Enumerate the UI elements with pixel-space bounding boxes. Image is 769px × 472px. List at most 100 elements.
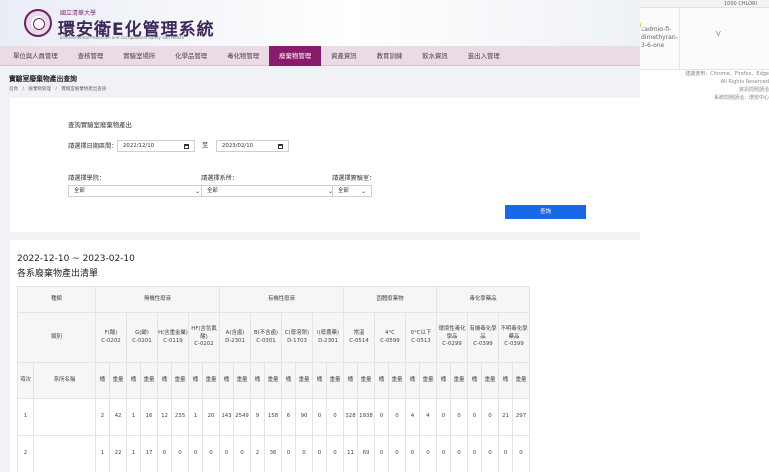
university-seal-icon [24, 9, 52, 37]
header-row-units: 項次 系所名稱桶重量桶重量桶重量桶重量桶重量桶重量桶重量桶重量桶重量桶重量桶重量桶… [17, 362, 530, 399]
row-value: 0 [450, 435, 468, 472]
type-header: 種類 [17, 286, 96, 313]
row-value: 158 [264, 398, 282, 436]
row-value: 0 [388, 435, 406, 472]
category-header: 類別 [17, 312, 96, 363]
row-value: 21 [498, 398, 513, 436]
weight-header: 重量 [233, 362, 251, 399]
date-start-value: 2022/12/10 [123, 143, 155, 149]
row-value: 0 [436, 398, 451, 436]
lab-select[interactable]: 全部 ⌄ [332, 185, 372, 197]
nav-item-1[interactable]: 查核管理 [68, 46, 114, 66]
weight-header: 重量 [140, 362, 158, 399]
bottle-header: 桶 [467, 362, 482, 399]
date-start-input[interactable]: 2022/12/10 [117, 140, 195, 152]
nav-item-4[interactable]: 毒化物管理 [217, 46, 269, 66]
row-value: 0 [202, 435, 220, 472]
row-index: 1 [17, 398, 34, 436]
weight-header: 重量 [171, 362, 189, 399]
college-select[interactable]: 全部 ⌄ [68, 185, 206, 197]
bottle-header: 桶 [188, 362, 203, 399]
row-value: 1 [188, 398, 203, 436]
weight-header: 重量 [357, 362, 375, 399]
nav-item-5[interactable]: 廢棄物管理 [269, 45, 322, 66]
row-value: 0 [188, 435, 203, 472]
row-value: 42 [109, 398, 127, 436]
row-value: 0 [498, 435, 513, 472]
row-value: 17 [140, 435, 158, 472]
column-header-2: H(含重金屬) C-0119 [157, 312, 189, 363]
nav-item-3[interactable]: 化學品管理 [165, 46, 217, 66]
row-value: 16 [140, 398, 158, 436]
bottle-header: 桶 [95, 362, 110, 399]
nav-item-6[interactable]: 資產資訊 [321, 46, 367, 66]
column-header-4: A(含鹵) D-2301 [219, 312, 251, 363]
nav-item-0[interactable]: 單位與人員管理 [3, 46, 68, 66]
breadcrumb-home[interactable]: 首頁 [9, 87, 18, 92]
row-value: 1938 [357, 398, 375, 436]
bottle-header: 桶 [281, 362, 296, 399]
row-value: 0 [481, 435, 499, 472]
column-header-6: C(廢溶劑) D-1703 [281, 312, 313, 363]
row-value: 20 [202, 398, 220, 436]
row-value: 1 [126, 435, 141, 472]
dept-select[interactable]: 全部 ⌄ [201, 185, 339, 197]
page-heading: 實驗室廢棄物產出查詢 首頁 / 廢棄物管理 / 實驗室廢棄物產出查詢 [0, 66, 640, 97]
nav-item-2[interactable]: 實驗室場所 [113, 46, 165, 66]
row-value: 0 [419, 435, 437, 472]
search-button[interactable]: 查詢 [505, 205, 586, 219]
date-range-label: 請選擇日期區間： [68, 143, 118, 150]
bottle-header: 桶 [312, 362, 327, 399]
page-title: 實驗室廢棄物產出查詢 [9, 75, 77, 83]
row-value: 2549 [233, 398, 251, 436]
nav-item-7[interactable]: 教育訓練 [367, 46, 413, 66]
row-value: 328 [343, 398, 358, 436]
weight-header: 重量 [388, 362, 406, 399]
row-value: 297 [512, 398, 530, 436]
weight-header: 重量 [264, 362, 282, 399]
header-row-columns: 類別 F(酸) C-0202 G(鹼) C-0201 H(含重金屬) C-0119 HF(含氫… [17, 312, 530, 363]
chevron-down-icon: ⌄ [360, 188, 366, 195]
calendar-icon[interactable] [278, 144, 283, 149]
weight-header: 重量 [202, 362, 220, 399]
result-panel: 2022-12-10 ~ 2023-02-10 各系廢棄物產出清單 種類 無機性廢… [10, 240, 640, 472]
column-header-7: I(廢農藥) D-2301 [312, 312, 344, 363]
date-separator: 至 [202, 142, 209, 149]
row-value: 0 [374, 398, 389, 436]
column-header-8: 常溫 C-0514 [343, 312, 375, 363]
main-nav: 單位與人員管理 查核管理 實驗室場所 化學品管理 毒化物管理 廢棄物管理 資產資訊 教育訓練飲… [0, 45, 640, 66]
calendar-icon[interactable] [184, 144, 189, 149]
bottle-header: 桶 [250, 362, 265, 399]
background-table-cell: cadmio-fi-dimethyran-3-6-one [640, 8, 680, 70]
row-value: 2 [95, 398, 110, 436]
row-value: 0 [388, 398, 406, 436]
row-value: 4 [419, 398, 437, 436]
date-end-input[interactable]: 2023/02/10 [216, 140, 289, 152]
table-row: 2 1 22 1 17 0 0 0 0 0 0 2 36 0 0 0 0 11 69 0 0 0 0 0 0 0 0 0 0 [17, 435, 530, 472]
query-panel: 查詢實驗室廢棄物產出 請選擇日期區間： 2022/12/10 至 2023/02… [10, 98, 640, 232]
weight-header: 重量 [419, 362, 437, 399]
nav-item-9[interactable]: 進出入管理 [458, 46, 510, 66]
college-select-value: 全部 [74, 188, 85, 194]
row-value: 143 [219, 398, 234, 436]
row-value: 235 [171, 398, 189, 436]
weight-header: 重量 [481, 362, 499, 399]
row-value: 4 [405, 398, 420, 436]
bottle-header: 桶 [498, 362, 513, 399]
row-value: 0 [405, 435, 420, 472]
group-header-0: 無機性廢液 [95, 286, 220, 313]
row-value: 0 [157, 435, 172, 472]
row-dept [33, 398, 96, 436]
system-subtitle: Environmental Protection and Occupationa… [60, 35, 185, 40]
bottle-header: 桶 [405, 362, 420, 399]
waste-table: 種類 無機性廢液 有機性廢液 固體廢棄物 毒化學藥品 類別 F(酸) C-0202 G(鹼) C-… [17, 286, 530, 472]
nav-item-8[interactable]: 飲水資訊 [412, 46, 458, 66]
footer-rights: All Rights Reserved [720, 79, 769, 85]
row-value: 0 [219, 435, 234, 472]
breadcrumb-waste[interactable]: 廢棄物管理 [28, 87, 51, 92]
row-value: 0 [467, 435, 482, 472]
row-value: 36 [264, 435, 282, 472]
column-header-10: 0°C以下 C-0513 [405, 312, 437, 363]
group-header-3: 毒化學藥品 [436, 286, 530, 313]
date-end-value: 2023/02/10 [222, 143, 254, 149]
